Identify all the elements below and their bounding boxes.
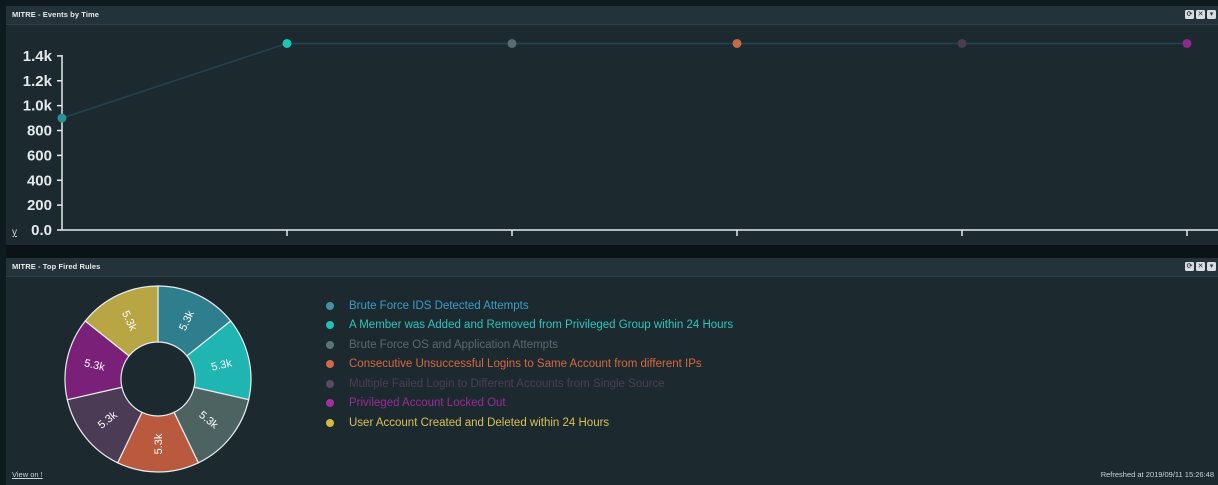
chart-legend: Brute Force IDS Detected Attempts A Membe… xyxy=(326,296,733,433)
legend-dot-icon xyxy=(326,399,334,408)
series-line xyxy=(61,42,1187,119)
panel-title: MITRE - Top Fired Rules xyxy=(12,262,101,271)
menu-icon[interactable]: ▾ xyxy=(1207,10,1216,19)
y-tick-label: 0.0 xyxy=(31,222,52,239)
y-tick-label: 200 xyxy=(27,197,52,214)
refresh-icon[interactable]: ⟳ xyxy=(1185,262,1194,271)
data-point[interactable] xyxy=(507,38,517,48)
y-tick-label: 1.0k xyxy=(23,98,53,115)
legend-item[interactable]: Brute Force IDS Detected Attempts xyxy=(326,296,733,316)
legend-item[interactable]: Privileged Account Locked Out xyxy=(326,394,733,414)
legend-label: A Member was Added and Removed from Priv… xyxy=(349,319,734,332)
legend-label: Brute Force OS and Application Attempts xyxy=(349,338,559,351)
y-tick-label: 600 xyxy=(27,147,52,164)
legend-item[interactable]: User Account Created and Deleted within … xyxy=(326,413,733,433)
legend-item[interactable]: Consecutive Unsuccessful Logins to Same … xyxy=(326,355,733,375)
y-tick-label: 800 xyxy=(27,123,52,140)
legend-item[interactable]: Brute Force OS and Application Attempts xyxy=(326,335,733,355)
legend-label: Consecutive Unsuccessful Logins to Same … xyxy=(349,358,702,371)
refresh-icon[interactable]: ⟳ xyxy=(1185,10,1194,19)
legend-dot-icon xyxy=(326,301,334,310)
slice-label: 5.3k xyxy=(153,433,165,454)
close-icon[interactable]: ✕ xyxy=(1196,10,1205,19)
menu-icon[interactable]: ▾ xyxy=(1207,262,1216,271)
legend-label: Multiple Failed Login to Different Accou… xyxy=(349,377,665,390)
panel-header: MITRE - Top Fired Rules ⟳ ✕ ▾ xyxy=(6,258,1218,277)
view-on-link[interactable]: View on ! xyxy=(12,470,43,479)
legend-dot-icon xyxy=(326,340,334,349)
legend-label: Privileged Account Locked Out xyxy=(349,397,506,410)
data-point[interactable] xyxy=(1182,38,1192,48)
panel-title: MITRE - Events by Time xyxy=(12,10,100,19)
legend-label: User Account Created and Deleted within … xyxy=(349,416,610,429)
y-axis-label: y xyxy=(12,227,17,238)
close-icon[interactable]: ✕ xyxy=(1196,262,1205,271)
y-tick-label: 1.4k xyxy=(23,48,53,65)
line-chart-svg: 0.0 200 400 600 800 1.0k 1.2k 1.4k y xyxy=(12,38,1218,239)
legend-dot-icon xyxy=(326,360,334,369)
legend-item[interactable]: Multiple Failed Login to Different Accou… xyxy=(326,374,733,394)
panel-header-buttons: ⟳ ✕ ▾ xyxy=(1185,262,1216,271)
donut-chart: 5.3k 5.3k 5.3k 5.3k 5.3k 5.3k 5.3k xyxy=(50,284,270,479)
events-by-time-panel: MITRE - Events by Time ⟳ ✕ ▾ 0.0 200 400 60… xyxy=(6,6,1218,245)
horizontal-scrollbar[interactable] xyxy=(6,245,1218,258)
legend-dot-icon xyxy=(326,418,334,427)
data-point[interactable] xyxy=(282,38,292,48)
data-point[interactable] xyxy=(57,113,67,123)
panel-header-buttons: ⟳ ✕ ▾ xyxy=(1185,10,1216,19)
line-chart: 0.0 200 400 600 800 1.0k 1.2k 1.4k y xyxy=(6,25,1218,245)
donut-chart-svg: 5.3k5.3k5.3k5.3k5.3k5.3k5.3k xyxy=(64,285,252,473)
y-tick-label: 400 xyxy=(27,172,52,189)
refreshed-timestamp: Refreshed at 2019/09/11 15:26:48 xyxy=(1100,470,1214,479)
legend-item[interactable]: A Member was Added and Removed from Priv… xyxy=(326,316,733,336)
top-fired-rules-panel: MITRE - Top Fired Rules ⟳ ✕ ▾ 5.3k 5.3k 5.… xyxy=(6,258,1218,485)
legend-dot-icon xyxy=(326,379,334,388)
legend-label: Brute Force IDS Detected Attempts xyxy=(349,299,529,312)
data-point[interactable] xyxy=(957,38,967,48)
data-point[interactable] xyxy=(732,38,742,48)
panel-header: MITRE - Events by Time ⟳ ✕ ▾ xyxy=(6,6,1218,25)
y-tick-label: 1.2k xyxy=(23,73,53,90)
legend-dot-icon xyxy=(326,321,334,330)
